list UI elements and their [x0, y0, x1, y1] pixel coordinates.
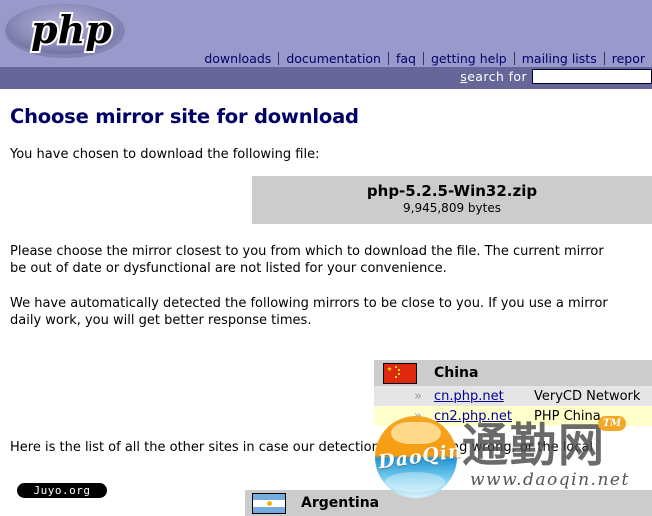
- flag-band: [253, 493, 285, 500]
- flag-star-small: [395, 375, 397, 378]
- svg-text:php: php: [31, 7, 112, 52]
- mirror-provider: PHP China: [526, 406, 652, 426]
- table-row[interactable]: » cn2.php.net PHP China: [374, 406, 652, 426]
- nav-item-faq[interactable]: faq: [389, 51, 423, 66]
- row-arrow-icon: »: [374, 386, 426, 406]
- cn-flag-icon: [383, 362, 417, 384]
- flag-star-small: [395, 365, 397, 368]
- mirror-host-cell: cn2.php.net: [426, 406, 526, 426]
- flag-star-small: [398, 372, 400, 375]
- page-title: Choose mirror site for download: [10, 105, 359, 128]
- file-name: php-5.2.5-Win32.zip: [366, 182, 538, 200]
- daoqin-url-text: www.daoqin.net: [470, 470, 630, 490]
- mirror-instructions-line2: be out of date or dysfunctional are not …: [10, 261, 447, 276]
- country-header-row: Argentina: [245, 490, 652, 516]
- download-file-box: php-5.2.5-Win32.zip 9,945,809 bytes: [252, 176, 652, 224]
- all-sites-table: Argentina: [245, 490, 652, 516]
- search-label-rest: earch for: [467, 69, 527, 84]
- mirror-host-cell: cn.php.net: [426, 386, 526, 406]
- mirror-link-cn-php-net[interactable]: cn.php.net: [434, 389, 504, 404]
- search-form: search for: [460, 69, 652, 84]
- intro-text: You have chosen to download the followin…: [10, 147, 320, 162]
- all-sites-note: Here is the list of all the other sites …: [10, 440, 594, 455]
- mirror-provider: VeryCD Network: [526, 386, 652, 406]
- country-name: China: [426, 360, 652, 386]
- flag-star-small: [398, 368, 400, 371]
- php-logo[interactable]: php php: [4, 2, 126, 60]
- autodetect-note-line2: daily work, you will get better response…: [10, 313, 312, 328]
- row-arrow-icon: »: [374, 406, 426, 426]
- site-header: php php downloads documentation faq gett…: [0, 0, 652, 67]
- flag-cell: [374, 360, 426, 386]
- nav-item-getting-help[interactable]: getting help: [424, 51, 514, 66]
- nav-item-mailing-lists[interactable]: mailing lists: [515, 51, 604, 66]
- mirror-link-cn2-php-net[interactable]: cn2.php.net: [434, 409, 512, 424]
- file-size: 9,945,809 bytes: [403, 201, 501, 215]
- search-label: search for: [460, 69, 527, 84]
- country-header-row: China: [374, 360, 652, 386]
- search-input[interactable]: [532, 69, 652, 84]
- country-name: Argentina: [293, 490, 652, 516]
- flag-star-large: [387, 366, 392, 372]
- flag-cell: [245, 490, 293, 516]
- nav-item-downloads[interactable]: downloads: [197, 51, 278, 66]
- nav-item-reporting-bugs[interactable]: repor: [605, 51, 652, 66]
- ar-flag-icon: [252, 492, 286, 514]
- juyo-org-badge[interactable]: Juyo.org: [17, 483, 107, 498]
- search-bar: search for: [0, 67, 652, 89]
- table-row[interactable]: » cn.php.net VeryCD Network: [374, 386, 652, 406]
- detected-mirrors-table: China » cn.php.net VeryCD Network » cn2.…: [374, 360, 652, 426]
- sphere-shine: [385, 472, 445, 492]
- mirror-instructions-line1: Please choose the mirror closest to you …: [10, 244, 604, 259]
- main-navigation: downloads documentation faq getting help…: [197, 50, 652, 67]
- flag-sun: [267, 500, 272, 506]
- nav-item-documentation[interactable]: documentation: [279, 51, 388, 66]
- autodetect-note-line1: We have automatically detected the follo…: [10, 296, 608, 311]
- flag-band: [253, 506, 285, 513]
